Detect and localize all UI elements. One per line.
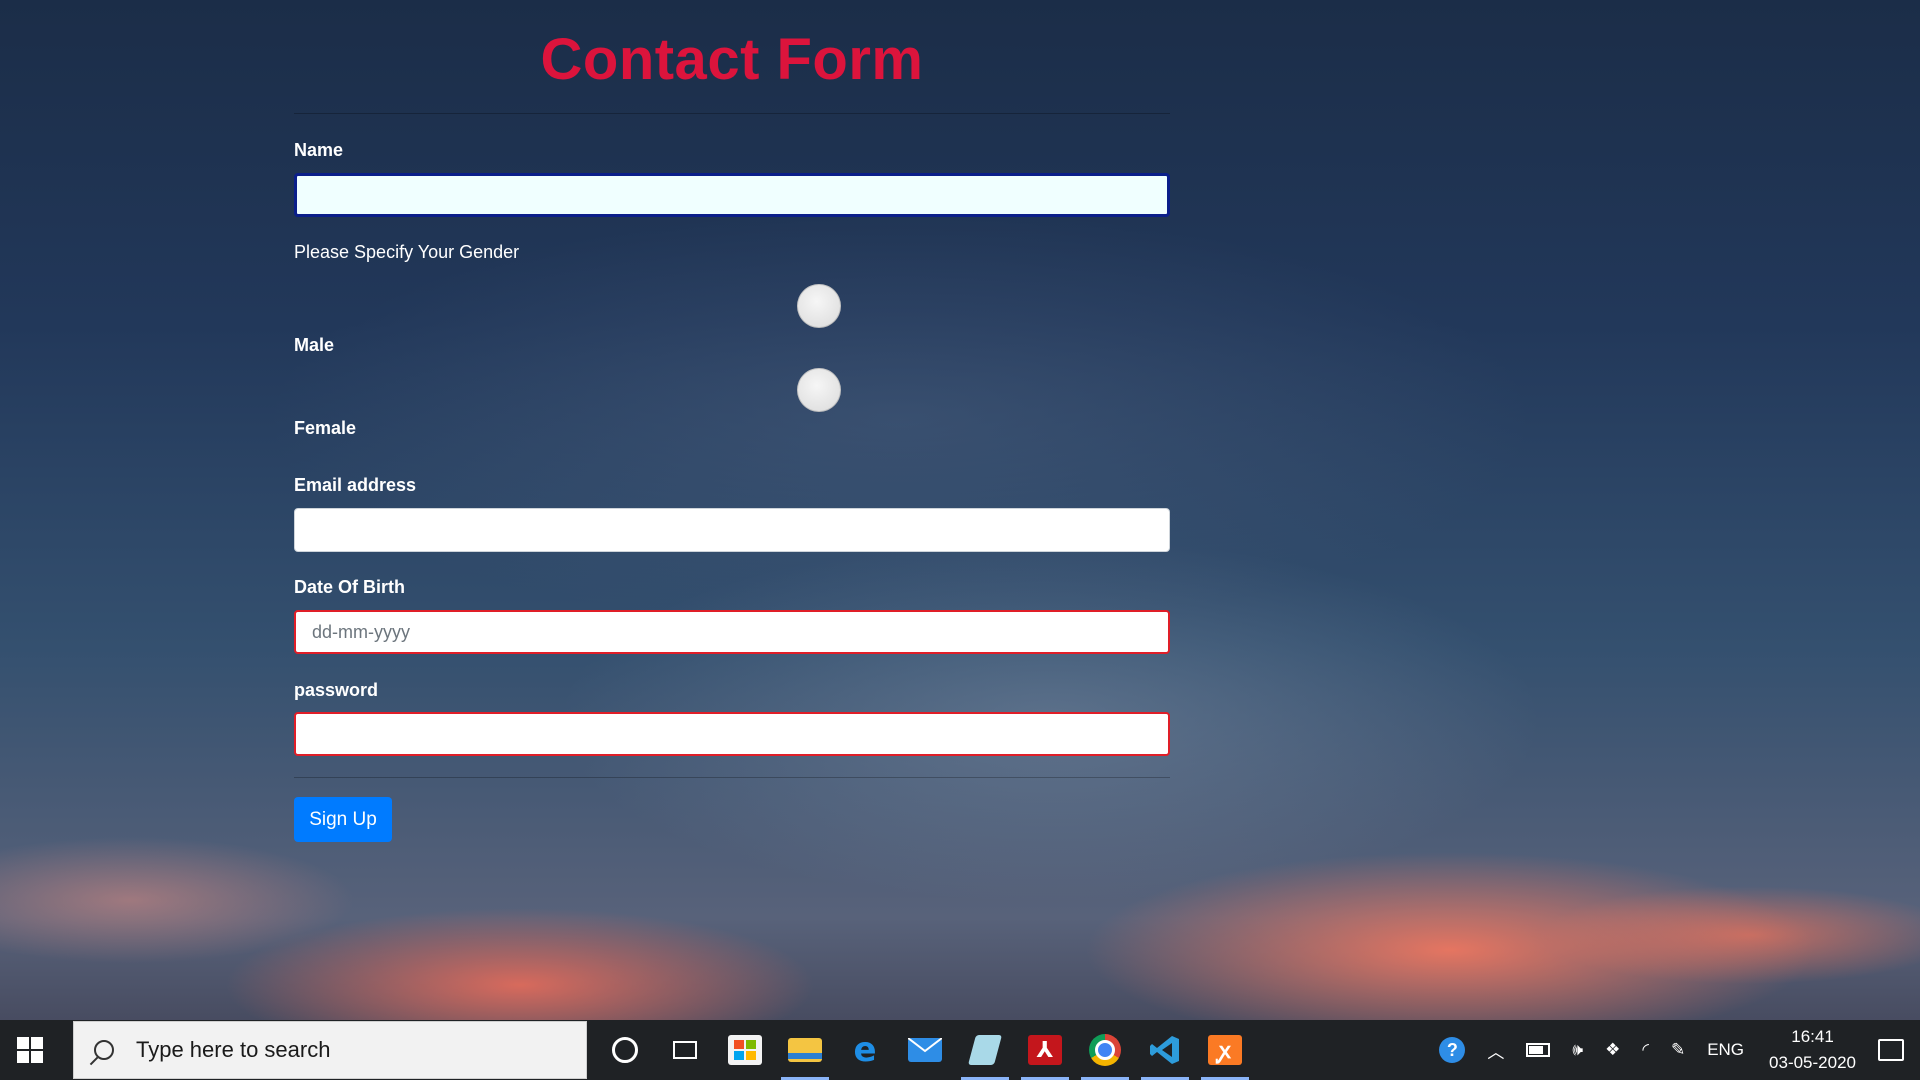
taskbar-clock[interactable]: 16:41 03-05-2020	[1755, 1024, 1870, 1076]
sign-up-button[interactable]: Sign Up	[294, 797, 392, 842]
female-radio[interactable]	[797, 368, 841, 412]
male-radio[interactable]	[797, 284, 841, 328]
volume-tray-item[interactable]: 🕪	[1561, 1020, 1594, 1080]
cortana-icon	[612, 1037, 638, 1063]
name-input[interactable]	[294, 173, 1170, 217]
name-label: Name	[294, 140, 344, 160]
volume-icon: 🕪	[1572, 1040, 1584, 1060]
mail-icon	[908, 1038, 942, 1062]
taskbar-app-chrome[interactable]	[1075, 1020, 1135, 1080]
male-label: Male	[294, 335, 335, 355]
help-icon: ?	[1439, 1037, 1466, 1063]
vscode-icon	[1148, 1035, 1182, 1065]
acrobat-icon: ⅄	[1028, 1035, 1062, 1065]
dob-input[interactable]	[294, 610, 1170, 654]
password-label: password	[294, 680, 379, 700]
battery-icon	[1526, 1043, 1551, 1057]
task-view-button[interactable]	[655, 1020, 715, 1080]
taskbar-search[interactable]: Type here to search	[73, 1021, 587, 1079]
title-divider	[294, 113, 1170, 114]
gender-prompt: Please Specify Your Gender	[294, 242, 520, 262]
xampp-icon: ꭙ	[1208, 1035, 1242, 1065]
language-indicator[interactable]: ENG	[1696, 1020, 1755, 1080]
cortana-button[interactable]	[595, 1020, 655, 1080]
taskbar-app-explorer[interactable]	[775, 1020, 835, 1080]
taskbar-app-edge[interactable]: e	[835, 1020, 895, 1080]
microsoft-store-icon	[728, 1035, 762, 1065]
taskbar-app-mail[interactable]	[895, 1020, 955, 1080]
dropbox-tray-item[interactable]: ❖	[1594, 1020, 1631, 1080]
pen-tray-item[interactable]: ✎	[1660, 1020, 1696, 1080]
system-tray: ? ︿ 🕪 ❖ ◜ ✎ ENG 16:41 03-05-2020	[1428, 1020, 1920, 1080]
windows-logo-icon	[17, 1037, 43, 1063]
clock-date: 03-05-2020	[1769, 1053, 1856, 1072]
password-input[interactable]	[294, 712, 1170, 756]
edge-icon: e	[853, 1030, 877, 1070]
notifications-icon[interactable]	[1878, 1039, 1904, 1061]
battery-tray-item[interactable]	[1515, 1020, 1561, 1080]
form-title: Contact Form	[540, 27, 924, 92]
search-icon	[94, 1040, 114, 1060]
email-label: Email address	[294, 475, 417, 495]
dropbox-icon: ❖	[1605, 1040, 1621, 1060]
taskbar-app-notepad[interactable]	[955, 1020, 1015, 1080]
taskbar-app-xampp[interactable]: ꭙ	[1195, 1020, 1255, 1080]
file-explorer-icon	[788, 1038, 822, 1062]
taskbar: Type here to search e ⅄ ꭙ ? ︿ 🕪 ❖ ◜ ✎ EN…	[0, 1020, 1920, 1080]
notepad-icon	[967, 1035, 1003, 1065]
pen-icon: ✎	[1670, 1040, 1686, 1060]
clock-time: 16:41	[1791, 1027, 1834, 1046]
form-divider	[294, 777, 1170, 778]
female-label: Female	[294, 418, 357, 438]
taskbar-app-acrobat[interactable]: ⅄	[1015, 1020, 1075, 1080]
email-input[interactable]	[294, 508, 1170, 552]
taskbar-app-store[interactable]	[715, 1020, 775, 1080]
wifi-icon: ◜	[1642, 1040, 1649, 1060]
chrome-icon	[1089, 1034, 1121, 1066]
start-button[interactable]	[0, 1020, 60, 1080]
network-tray-item[interactable]: ◜	[1631, 1020, 1660, 1080]
help-tray-item[interactable]: ?	[1428, 1020, 1476, 1080]
dob-label: Date Of Birth	[294, 577, 406, 597]
chevron-up-icon: ︿	[1487, 1042, 1505, 1062]
task-view-icon	[673, 1041, 697, 1059]
search-placeholder: Type here to search	[136, 1037, 331, 1062]
show-hidden-icons[interactable]: ︿	[1476, 1020, 1515, 1080]
taskbar-app-vscode[interactable]	[1135, 1020, 1195, 1080]
